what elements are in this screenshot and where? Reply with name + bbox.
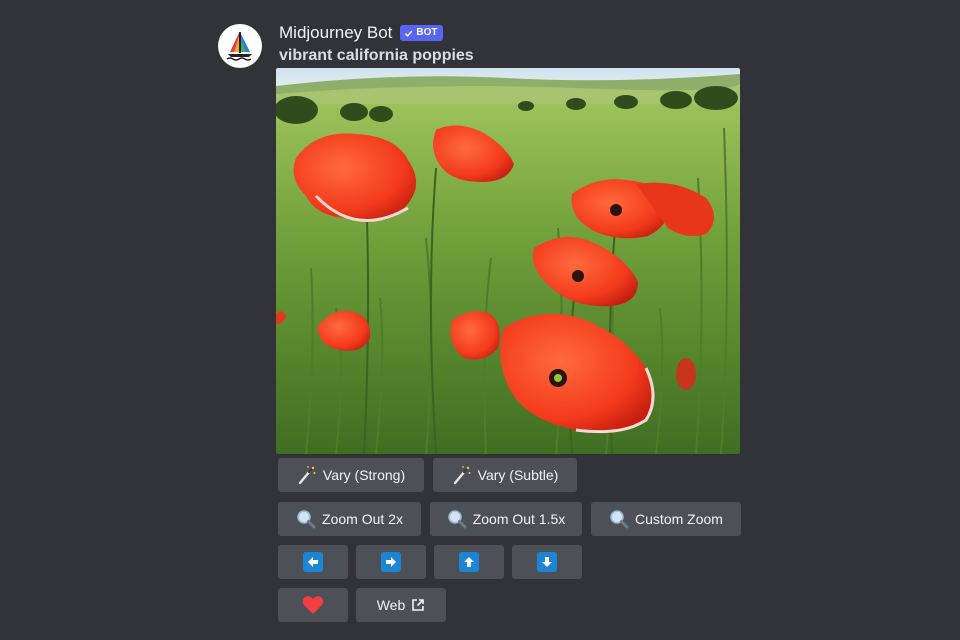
bot-badge: BOT [400,25,443,41]
pan-right-button[interactable] [356,545,426,579]
vary-subtle-label: Vary (Subtle) [477,467,559,483]
vary-strong-label: Vary (Strong) [322,467,406,483]
pan-left-button[interactable] [278,545,348,579]
bot-avatar[interactable] [218,24,262,68]
web-label: Web [376,597,406,613]
external-link-icon [411,598,425,612]
heart-icon [302,595,324,615]
poppy-meadow-image [276,68,740,454]
message-header: Midjourney Bot BOT [279,22,443,44]
generated-image[interactable] [276,68,740,454]
zoom-out-2x-label: Zoom Out 2x [322,511,403,527]
magnifier-icon [296,509,316,529]
sailboat-logo-icon [226,32,252,61]
prompt-text: vibrant california poppies [279,47,474,64]
vary-strong-button[interactable]: Vary (Strong) [278,458,424,492]
web-button[interactable]: Web [356,588,446,622]
arrow-up-icon [459,552,479,572]
arrow-down-icon [537,552,557,572]
zoom-out-2x-button[interactable]: Zoom Out 2x [278,502,421,536]
arrow-right-icon [381,552,401,572]
favorite-button[interactable] [278,588,348,622]
zoom-out-1-5x-label: Zoom Out 1.5x [472,511,566,527]
custom-zoom-label: Custom Zoom [635,511,723,527]
checkmark-icon [405,30,413,37]
bot-badge-label: BOT [416,27,438,38]
magnifier-icon [609,509,629,529]
pan-down-button[interactable] [512,545,582,579]
author-name[interactable]: Midjourney Bot [279,23,392,43]
custom-zoom-button[interactable]: Custom Zoom [591,502,741,536]
magnifier-icon [447,509,467,529]
pan-up-button[interactable] [434,545,504,579]
vary-subtle-button[interactable]: Vary (Subtle) [433,458,577,492]
zoom-out-1-5x-button[interactable]: Zoom Out 1.5x [430,502,582,536]
arrow-left-icon [303,552,323,572]
magic-wand-icon [297,465,317,485]
magic-wand-icon [452,465,472,485]
